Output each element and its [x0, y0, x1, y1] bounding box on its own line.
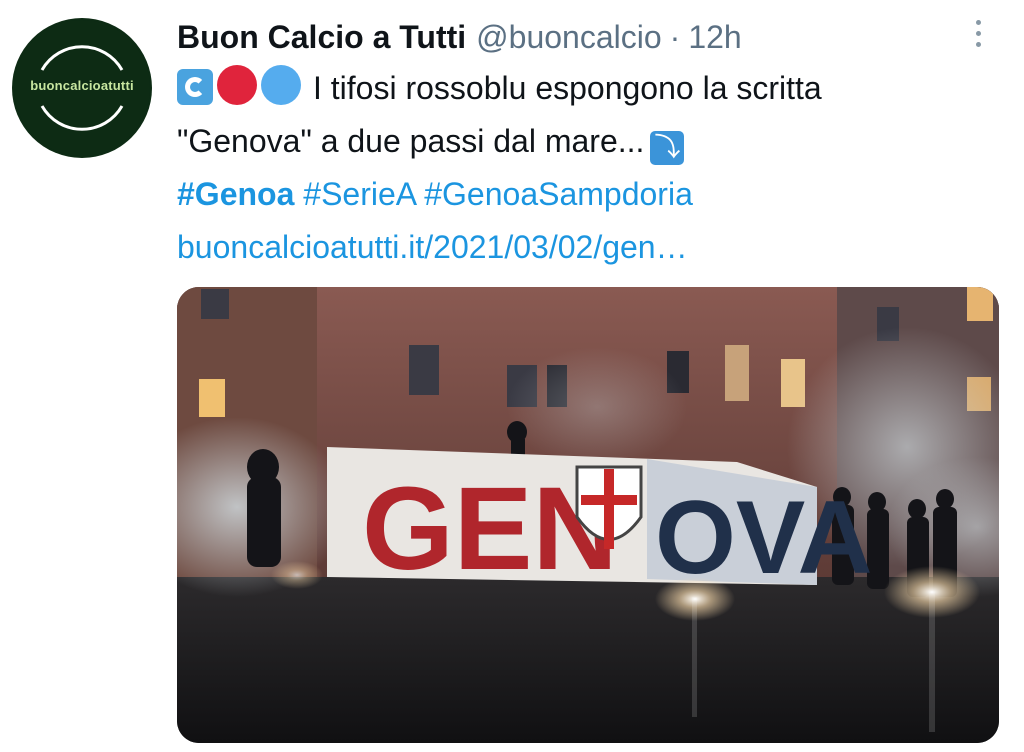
tweet-header: Buon Calcio a Tutti @buoncalcio · 12h [177, 14, 742, 60]
avatar[interactable]: buoncalcioatutti [12, 18, 152, 158]
hashtag-genoasampdoria[interactable]: #GenoaSampdoria [424, 176, 693, 212]
avatar-label: buoncalcioatutti [30, 78, 134, 93]
tweet-text-content-1: I tifosi rossoblu espongono la scritta [313, 70, 822, 106]
display-name[interactable]: Buon Calcio a Tutti [177, 19, 466, 56]
tweet-media-photo[interactable]: GEN OVA [177, 287, 999, 743]
hashtag-genoa[interactable]: #Genoa [177, 176, 294, 212]
tweet-text-line-1: I tifosi rossoblu espongono la scritta [177, 62, 1007, 115]
tweet-text-content-2: "Genova" a due passi dal mare... [177, 123, 645, 159]
hashtag-seriea[interactable]: #SerieA [303, 176, 415, 212]
user-handle[interactable]: @buoncalcio [476, 19, 661, 56]
arrow-down-right-icon: ⤵ [650, 131, 685, 165]
tweet-text: I tifosi rossoblu espongono la scritta "… [177, 62, 1007, 274]
more-vertical-icon[interactable] [966, 20, 990, 54]
water-wave-icon [177, 69, 213, 105]
photo-scene: GEN OVA [177, 287, 999, 743]
article-link[interactable]: buoncalcioatutti.it/2021/03/02/gen… [177, 229, 688, 265]
tweet[interactable]: buoncalcioatutti Buon Calcio a Tutti @bu… [0, 0, 1024, 752]
tweet-timestamp[interactable]: 12h [688, 19, 741, 56]
link-line: buoncalcioatutti.it/2021/03/02/gen… [177, 221, 1007, 274]
separator-dot: · [669, 18, 681, 55]
tweet-text-line-2: "Genova" a due passi dal mare... ⤵ [177, 115, 1007, 168]
hashtags-line: #Genoa #SerieA #GenoaSampdoria [177, 168, 1007, 221]
red-circle-icon [217, 65, 257, 105]
blue-circle-icon [261, 65, 301, 105]
